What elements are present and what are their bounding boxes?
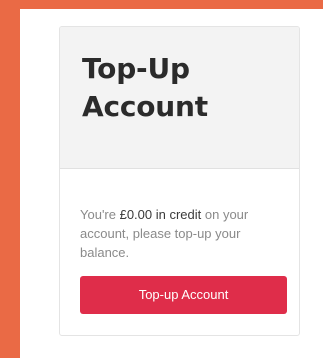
- topup-account-button[interactable]: Top-up Account: [80, 276, 287, 314]
- topup-card: Top-Up Account You're £0.00 in credit on…: [59, 26, 300, 336]
- balance-description: You're £0.00 in credit on your account, …: [80, 205, 279, 262]
- card-title-line2: Account: [82, 90, 208, 123]
- card-header: Top-Up Account: [60, 27, 299, 169]
- content-panel: Top-Up Account You're £0.00 in credit on…: [20, 9, 323, 358]
- description-prefix: You're: [80, 207, 120, 222]
- card-title-line1: Top-Up: [82, 52, 190, 85]
- credit-amount: £0.00 in credit: [119, 207, 202, 222]
- card-body: You're £0.00 in credit on your account, …: [60, 169, 299, 314]
- card-title: Top-Up Account: [82, 50, 299, 126]
